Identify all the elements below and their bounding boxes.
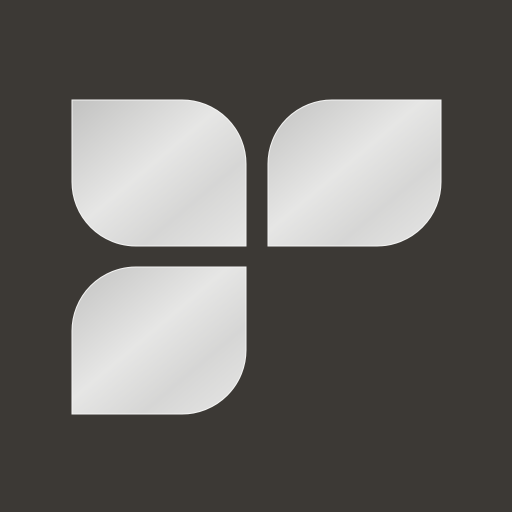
leaf-top-left (71, 99, 247, 247)
app-icon (0, 0, 512, 512)
leaf-top-right (267, 99, 442, 247)
icon-background (0, 0, 512, 512)
leaf-bottom-left (71, 266, 247, 415)
three-leaf-logo-icon (0, 0, 512, 512)
